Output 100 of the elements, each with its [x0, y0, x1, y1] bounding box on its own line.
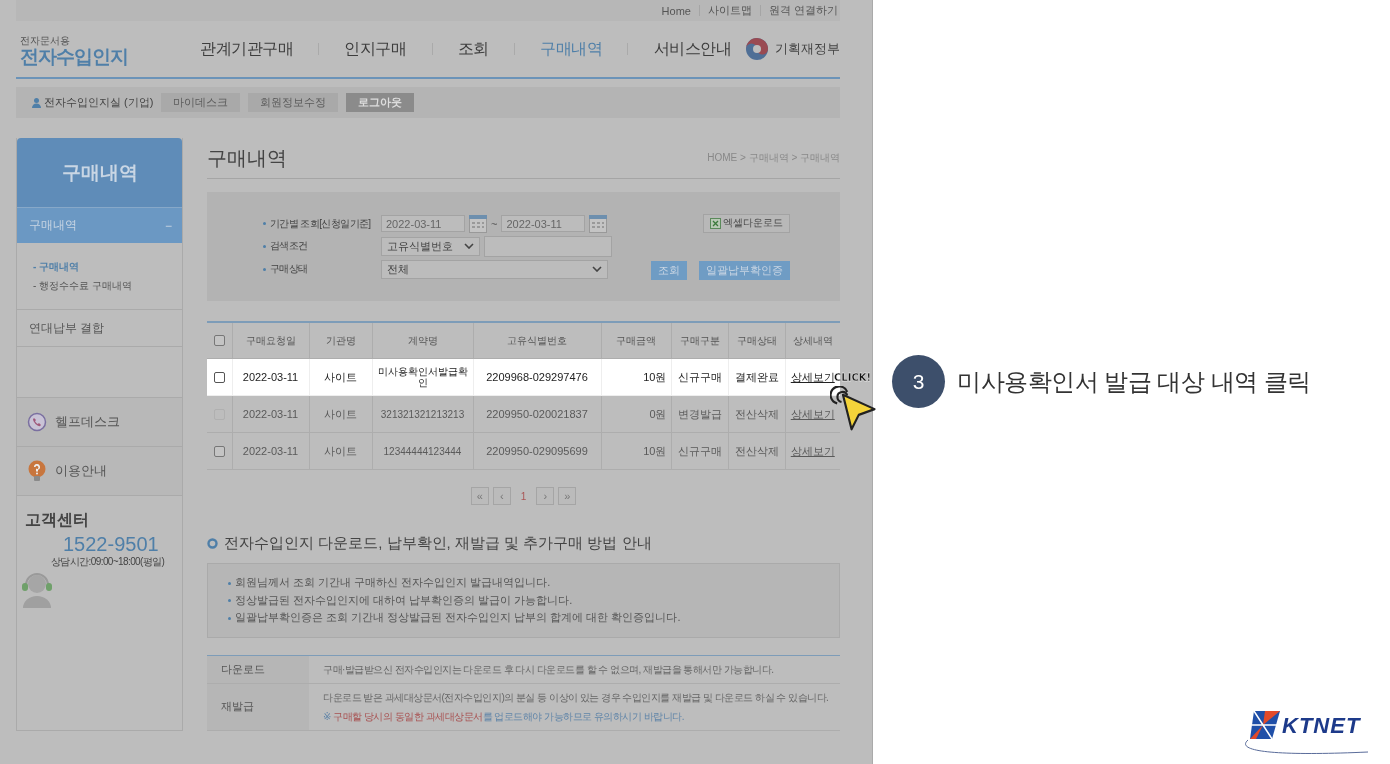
calendar-icon[interactable]: [589, 214, 608, 233]
table-cell: 사이트: [309, 395, 372, 433]
column-header: 구매금액: [601, 322, 671, 359]
utility-link[interactable]: 원격 연결하기: [768, 3, 838, 18]
nav-tab[interactable]: 조회: [457, 38, 489, 60]
ring-bullet-icon: [207, 538, 218, 549]
table-cell: 전산삭제: [728, 395, 785, 433]
end-date-field[interactable]: 2022-03-11: [501, 215, 586, 232]
column-header: 구매상태: [728, 322, 785, 359]
field-label: 구매상태: [263, 262, 381, 276]
table-cell: 12344444123444: [372, 432, 473, 470]
column-header: 계약명: [372, 322, 473, 359]
search-button[interactable]: 조회: [651, 260, 687, 280]
page-button[interactable]: ›: [536, 487, 555, 505]
sidebar-subitem[interactable]: - 행정수수료 구매내역: [33, 276, 182, 295]
hours-text: 상담시간:09:00~18:00(평일): [51, 555, 166, 569]
page-button[interactable]: »: [558, 487, 577, 505]
table-cell: 321321321213213: [372, 395, 473, 433]
chevron-down-icon: [464, 243, 474, 249]
start-date-field[interactable]: 2022-03-11: [381, 215, 465, 232]
sidebar-link[interactable]: 헬프데스크: [17, 398, 182, 447]
utility-link[interactable]: Home: [661, 4, 691, 17]
table-cell: 10원: [601, 358, 671, 396]
warning-note: ※ 구매할 당시의 동일한 과세대상문서를 업로드해야 가능하므로 유의하시기 바랍니다.: [323, 709, 685, 724]
row-checkbox[interactable]: [213, 372, 225, 384]
info-text: 다운로드 받은 과세대상문서(전자수입인지)의 분실 등 이상이 있는 경우 수입인지를 재발급 및 다운로드 하실 수 있습니다.: [323, 690, 830, 705]
column-header: 고유식별번호: [473, 322, 601, 359]
nav-tab[interactable]: 구매내역: [540, 38, 603, 60]
column-header: 기관명: [309, 322, 372, 359]
table-cell: 2209968-029297476: [473, 358, 601, 396]
info-label: 재발급: [207, 683, 309, 730]
table-cell: 2022-03-11: [232, 395, 309, 433]
excel-download-button[interactable]: 엑셀다운로드: [703, 213, 790, 233]
notice-text: 일괄납부확인증은 조회 기간내 정상발급된 전자수입인지 납부의 합계에 대한 확인증입니다.: [228, 609, 819, 627]
sidebar-subitem[interactable]: - 구매내역: [33, 257, 182, 276]
spreadsheet-icon: [710, 217, 721, 229]
logo-title[interactable]: 전자수입인지: [20, 46, 200, 69]
nav-tab[interactable]: 관계기관구매: [200, 38, 293, 60]
phone-icon: [27, 412, 47, 432]
customer-center-title: 고객센터: [25, 510, 90, 530]
notice-text: 회원님께서 조회 기간내 구매하신 전자수입인지 발급내역입니다.: [228, 574, 819, 592]
batch-certificate-button[interactable]: 일괄납부확인증: [699, 260, 790, 280]
emblem-icon: [745, 37, 769, 61]
table-cell: 0원: [601, 395, 671, 433]
row-checkbox[interactable]: [213, 446, 225, 458]
headset-agent-icon: [19, 570, 55, 608]
account-button[interactable]: 마이데스크: [161, 93, 241, 112]
condition-select[interactable]: 고유식별번호: [381, 236, 480, 256]
field-label: 기간별 조회[신청일기준]: [263, 216, 381, 231]
detail-link[interactable]: 상세보기: [790, 444, 835, 457]
section-title: 전자수입인지 다운로드, 납부확인, 재발급 및 추가구매 방법 안내: [224, 534, 652, 553]
account-button[interactable]: 로그아웃: [346, 93, 415, 112]
chevron-down-icon: [592, 266, 602, 272]
column-header: 상세내역: [785, 322, 840, 359]
sidebar-item[interactable]: 연대납부 결합: [17, 310, 182, 347]
utility-link[interactable]: 사이트맵: [707, 3, 752, 18]
table-cell: 2209950-020021837: [473, 395, 601, 433]
info-text: 구매·발급받으신 전자수입인지는 다운로드 후 다시 다운로드를 할 수 없으며, 재발급을 통해서만 가능합니다.: [323, 662, 775, 677]
step-instruction: 미사용확인서 발급 대상 내역 클릭: [957, 366, 1311, 397]
nav-tab[interactable]: 인지구매: [344, 38, 407, 60]
page-button[interactable]: ‹: [492, 487, 511, 505]
phone-number: 1522-9501: [63, 533, 160, 555]
table-cell: 사이트: [309, 358, 372, 396]
field-label: 검색조건: [263, 239, 381, 253]
brand-name: KTNET: [1282, 713, 1361, 739]
table-cell: 변경발급: [671, 395, 728, 433]
table-cell: 2022-03-11: [232, 358, 309, 396]
page-number[interactable]: 1: [514, 490, 533, 502]
table-cell: 신규구매: [671, 358, 728, 396]
table-cell: 신규구매: [671, 432, 728, 470]
page-button[interactable]: «: [470, 487, 489, 505]
table-cell: 2022-03-11: [232, 432, 309, 470]
user-icon: [32, 97, 41, 108]
table-cell: 10원: [601, 432, 671, 470]
ministry-name: 기획재정부: [775, 40, 840, 58]
table-cell: 결제완료: [728, 358, 785, 396]
table-cell: 2209950-029095699: [473, 432, 601, 470]
help-icon: [27, 460, 47, 482]
logo-subtitle: 전자문서용: [20, 35, 71, 47]
sidebar-link[interactable]: 이용안내: [17, 447, 182, 496]
notice-text: 정상발급된 전자수입인지에 대하여 납부확인증의 발급이 가능합니다.: [228, 591, 819, 609]
select-all-checkbox[interactable]: [213, 335, 225, 347]
status-select[interactable]: 전체: [381, 259, 608, 279]
account-button[interactable]: 회원정보수정: [248, 93, 339, 112]
brand-logo-icon: [1250, 711, 1280, 739]
click-label: CLICK!: [834, 372, 872, 383]
table-cell: 사이트: [309, 432, 372, 470]
user-name: 전자수입인지실 (기업): [44, 95, 154, 110]
range-separator: ~: [491, 217, 498, 230]
calendar-icon[interactable]: [469, 214, 487, 233]
table-cell: 미사용확인서발급확인: [372, 358, 473, 396]
column-header: 구매요청일: [232, 322, 309, 359]
column-header: 구매구분: [671, 322, 728, 359]
page-title: 구매내역: [207, 145, 287, 171]
search-field[interactable]: [484, 235, 612, 257]
nav-tab[interactable]: 서비스안내: [653, 38, 731, 60]
info-label: 다운로드: [207, 655, 309, 683]
table-cell: 전산삭제: [728, 432, 785, 470]
sidebar-menu-item[interactable]: 구매내역 −: [17, 207, 182, 243]
step-number-badge: 3: [892, 355, 945, 408]
